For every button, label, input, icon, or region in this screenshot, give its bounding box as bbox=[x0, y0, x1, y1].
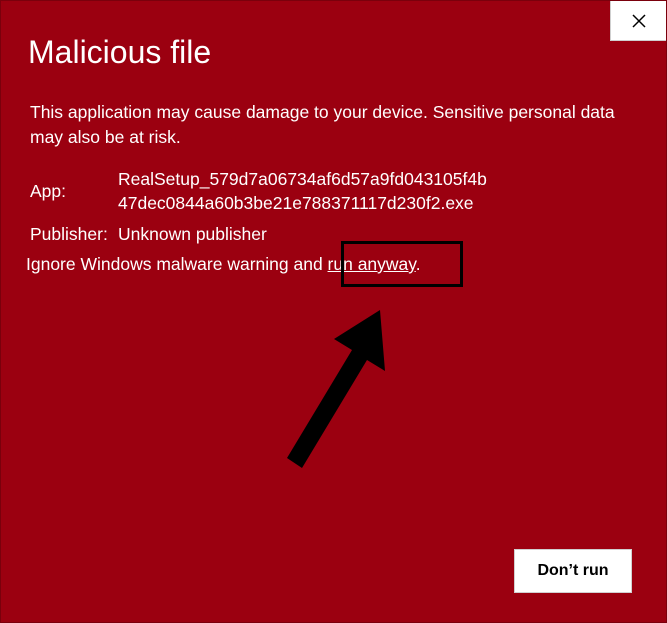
publisher-label: Publisher: bbox=[30, 224, 108, 244]
app-label: App: bbox=[30, 181, 66, 201]
malicious-file-dialog: Malicious file This application may caus… bbox=[0, 0, 667, 623]
dont-run-button[interactable]: Don’t run bbox=[514, 549, 632, 593]
app-filename: RealSetup_579d7a06734af6d57a9fd043105f4b… bbox=[118, 169, 487, 213]
highlight-box bbox=[341, 241, 463, 287]
close-icon bbox=[631, 13, 646, 28]
close-button[interactable] bbox=[610, 1, 666, 41]
arrow-icon bbox=[271, 296, 401, 481]
dialog-title: Malicious file bbox=[28, 34, 212, 70]
publisher-value: Unknown publisher bbox=[118, 224, 267, 244]
warning-description: This application may cause damage to you… bbox=[30, 102, 615, 147]
ignore-warning-text: Ignore Windows malware warning and bbox=[26, 254, 328, 274]
